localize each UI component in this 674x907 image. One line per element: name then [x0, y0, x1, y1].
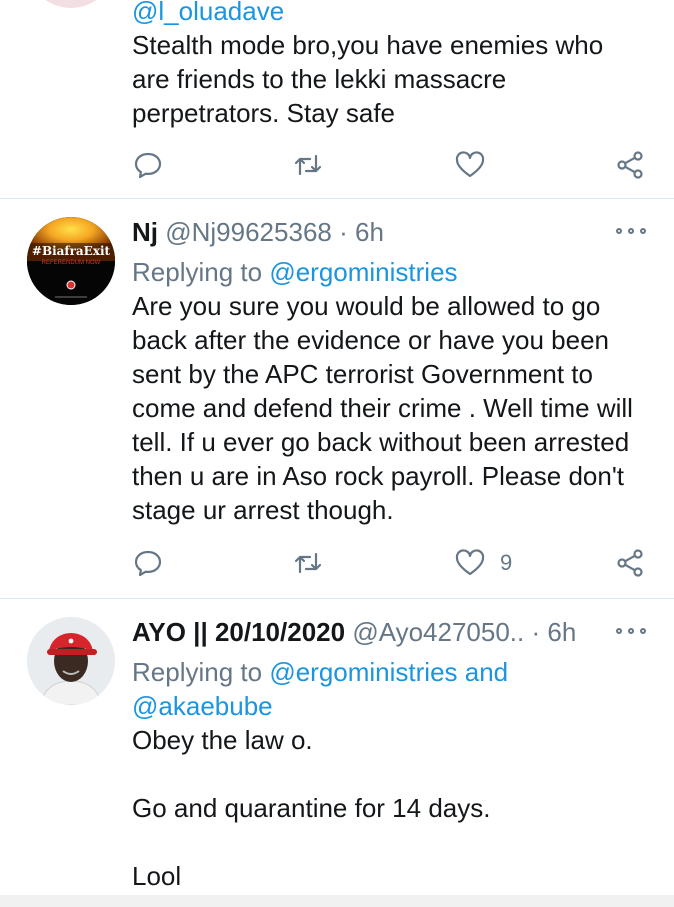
replying-prefix: Replying to — [132, 257, 263, 287]
avatar[interactable] — [27, 0, 115, 8]
more-icon — [616, 228, 622, 234]
like-icon — [455, 151, 485, 178]
replying-to: Replying to @ergoministries and — [132, 655, 646, 689]
share-icon — [617, 151, 643, 179]
reply-button[interactable] — [132, 545, 164, 581]
replying-to-2: @akaebube — [132, 689, 646, 723]
tweet-body: @l_oluadave Stealth mode bro,you have en… — [132, 0, 646, 130]
tweet-body: Replying to @ergoministries Are you sure… — [132, 255, 646, 527]
replying-to-link[interactable]: @ergoministries and — [269, 657, 508, 687]
share-button[interactable] — [614, 147, 646, 183]
tweet-text-line-2: Go and quarantine for 14 days. — [132, 793, 491, 823]
display-name[interactable]: Nj — [132, 217, 158, 247]
like-count: 9 — [500, 550, 513, 575]
tweet-feed: @l_oluadave Stealth mode bro,you have en… — [0, 0, 674, 907]
tweet-header: AYO || 20/10/2020 @Ayo427050.. · 6h — [132, 616, 576, 648]
mention-link[interactable]: @l_oluadave — [132, 0, 284, 26]
tweet-text: Stealth mode bro,you have enemies who ar… — [132, 30, 604, 128]
mention-line: @l_oluadave — [132, 0, 646, 28]
share-button[interactable] — [614, 545, 646, 581]
reply-icon — [134, 152, 162, 179]
tweet-nj[interactable]: #BiafraExit REFERENDUM NOW Nj @Nj9962536… — [0, 199, 674, 599]
retweet-button[interactable] — [292, 545, 324, 581]
avatar-image — [27, 617, 115, 705]
tweet-actions: 9 — [132, 545, 646, 581]
user-handle[interactable]: @Nj99625368 — [165, 217, 332, 247]
retweet-icon — [294, 552, 322, 574]
separator: · — [339, 217, 348, 247]
display-name[interactable]: AYO || 20/10/2020 — [132, 617, 345, 647]
avatar[interactable] — [27, 617, 115, 705]
retweet-button[interactable] — [292, 147, 324, 183]
timestamp[interactable]: 6h — [547, 617, 576, 647]
tweet-text-line-1: Obey the law o. — [132, 725, 313, 755]
like-icon — [455, 549, 485, 576]
reply-icon — [134, 550, 162, 577]
avatar[interactable]: #BiafraExit REFERENDUM NOW — [27, 217, 115, 305]
more-icon — [616, 628, 622, 634]
tweet-text: Are you sure you would be allowed to go … — [132, 291, 633, 525]
bottom-bar-edge — [0, 895, 674, 907]
tweet-ayo[interactable]: AYO || 20/10/2020 @Ayo427050.. · 6h Repl… — [0, 599, 674, 907]
user-handle[interactable]: @Ayo427050.. — [352, 617, 524, 647]
like-button[interactable] — [454, 147, 486, 183]
more-options-button[interactable] — [616, 221, 646, 241]
avatar-text: #BiafraExit — [31, 244, 111, 258]
retweet-icon — [294, 154, 322, 176]
replying-to: Replying to @ergoministries — [132, 255, 646, 289]
replying-to-link-2[interactable]: @akaebube — [132, 691, 273, 721]
tweet-body: Replying to @ergoministries and @akaebub… — [132, 655, 646, 893]
replying-prefix: Replying to — [132, 657, 263, 687]
like-button[interactable]: 9 — [454, 545, 512, 581]
tweet-text-line-3: Lool — [132, 861, 182, 891]
reply-button[interactable] — [132, 147, 164, 183]
share-icon — [617, 549, 643, 577]
tweet-top[interactable]: @l_oluadave Stealth mode bro,you have en… — [0, 0, 674, 199]
tweet-actions — [132, 147, 646, 183]
more-options-button[interactable] — [616, 621, 646, 641]
tweet-header: Nj @Nj99625368 · 6h — [132, 216, 384, 248]
timestamp[interactable]: 6h — [355, 217, 384, 247]
replying-to-link[interactable]: @ergoministries — [269, 257, 457, 287]
separator: · — [531, 617, 541, 647]
avatar-subtext: REFERENDUM NOW — [41, 260, 101, 266]
